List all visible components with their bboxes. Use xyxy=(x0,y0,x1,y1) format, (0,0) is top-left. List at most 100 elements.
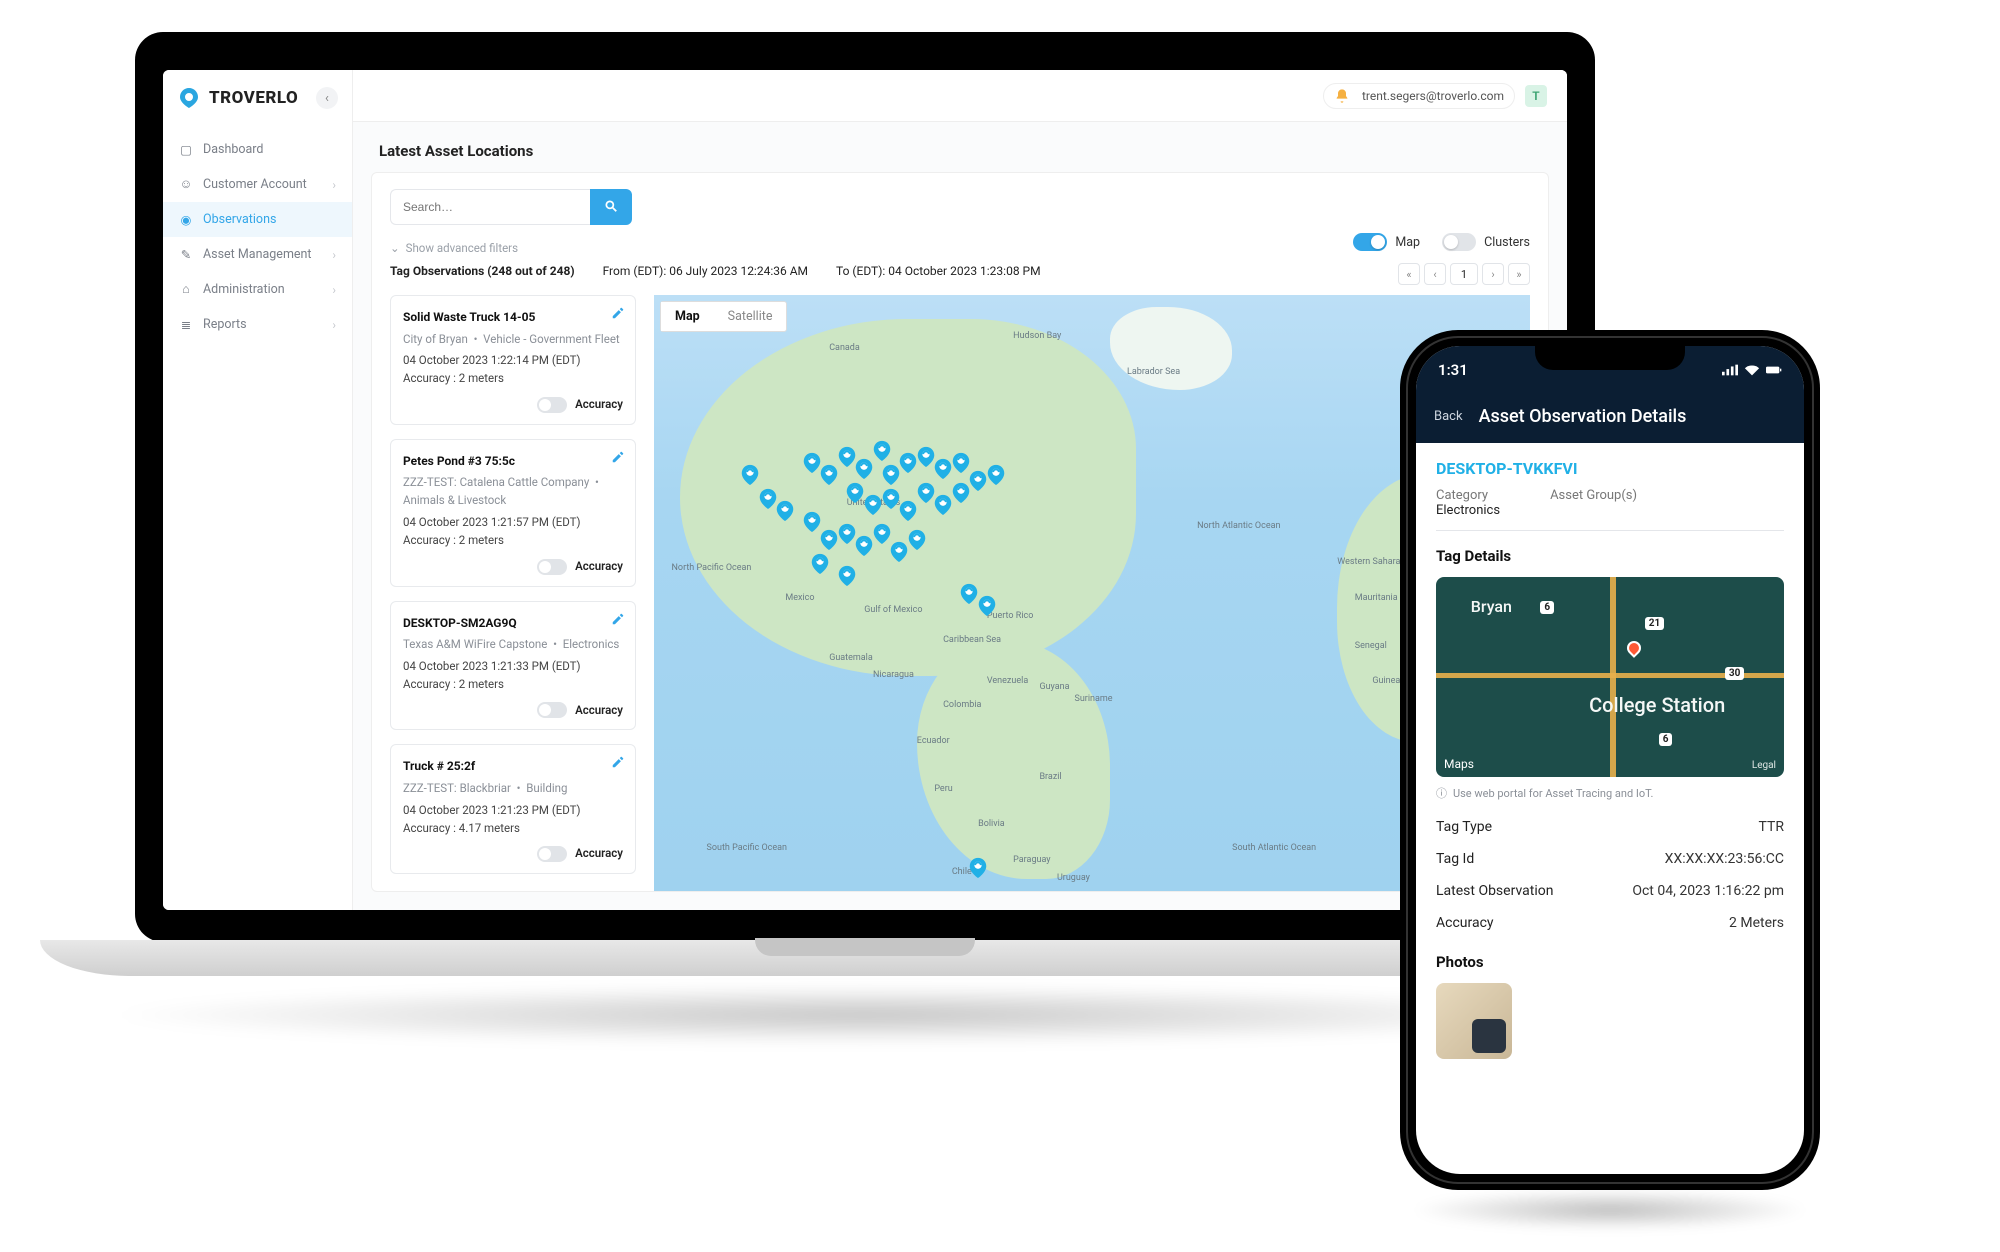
map-label: Guatemala xyxy=(829,653,873,663)
map-pin-icon[interactable] xyxy=(976,594,998,616)
obs-title: Solid Waste Truck 14-05 xyxy=(403,308,623,327)
sidebar-item-label: Reports xyxy=(203,317,247,332)
map-pin-icon[interactable] xyxy=(809,552,831,574)
sidebar-item-label: Asset Management xyxy=(203,247,312,262)
map-pin-icon[interactable] xyxy=(739,463,761,485)
map-label: Gulf of Mexico xyxy=(864,605,922,615)
sidebar-collapse-button[interactable]: ‹ xyxy=(316,87,338,109)
pager-current[interactable]: 1 xyxy=(1450,263,1478,285)
map-pin-icon[interactable] xyxy=(985,463,1007,485)
map-toggle[interactable]: Map xyxy=(1353,233,1420,251)
pager-last[interactable]: » xyxy=(1508,263,1530,285)
search-input[interactable] xyxy=(390,189,590,225)
obs-accuracy: Accuracy : 4.17 meters xyxy=(403,820,623,838)
bell-icon xyxy=(1334,88,1350,104)
info-icon: ⓘ xyxy=(1436,785,1447,801)
switch-on-icon xyxy=(1353,233,1387,251)
chevron-right-icon: › xyxy=(332,178,336,192)
obs-timestamp: 04 October 2023 1:21:57 PM (EDT) xyxy=(403,514,623,532)
kv-row: Latest Observation Oct 04, 2023 1:16:22 … xyxy=(1436,875,1784,907)
sidebar-item-observations[interactable]: ◉ Observations xyxy=(163,202,352,237)
map-label: Uruguay xyxy=(1057,873,1090,883)
photos-heading: Photos xyxy=(1436,953,1784,971)
date-from: From (EDT): 06 July 2023 12:24:36 AM xyxy=(603,263,808,280)
pager-prev[interactable]: ‹ xyxy=(1424,263,1446,285)
main-content: trent.segers@troverlo.com T Latest Asset… xyxy=(353,70,1567,910)
observation-card[interactable]: Solid Waste Truck 14-05 City of Bryan • … xyxy=(390,295,636,425)
edit-icon[interactable] xyxy=(611,306,625,320)
map-label: North Atlantic Ocean xyxy=(1197,521,1280,531)
observation-card[interactable]: Truck # 25:2f ZZZ-TEST: Blackbriar • Bui… xyxy=(390,744,636,874)
obs-meta: ZZZ-TEST: Catalena Cattle Company • Anim… xyxy=(403,474,623,510)
avatar[interactable]: T xyxy=(1525,85,1547,107)
map-pin-icon[interactable] xyxy=(967,856,989,878)
map-label: South Atlantic Ocean xyxy=(1232,843,1316,853)
pager: « ‹ 1 › » xyxy=(1398,263,1530,285)
status-icons xyxy=(1722,364,1782,376)
battery-icon xyxy=(1766,364,1782,376)
brand-icon xyxy=(177,86,201,110)
sidebar-item-dashboard[interactable]: ▢ Dashboard xyxy=(163,132,352,167)
map-pin-icon[interactable] xyxy=(836,564,858,586)
photo-thumbnail[interactable] xyxy=(1436,983,1512,1059)
kv-row: Tag Id XX:XX:XX:23:56:CC xyxy=(1436,843,1784,875)
phone-shadow xyxy=(1410,1190,1810,1230)
eye-icon: ◉ xyxy=(179,213,193,227)
user-menu[interactable]: trent.segers@troverlo.com xyxy=(1323,83,1515,109)
maps-legal[interactable]: Legal xyxy=(1752,760,1776,771)
mini-map[interactable]: Bryan College Station 6 30 6 21 Maps Leg… xyxy=(1436,577,1784,777)
chevron-right-icon: › xyxy=(332,248,336,262)
map-label: Bolivia xyxy=(978,819,1005,829)
edit-icon[interactable] xyxy=(611,450,625,464)
toggle-label: Map xyxy=(1395,235,1420,250)
map-label: Nicaragua xyxy=(873,670,914,680)
sidebar-item-label: Dashboard xyxy=(203,142,263,157)
map-label: Ecuador xyxy=(917,736,950,746)
kv-key: Accuracy xyxy=(1436,915,1494,931)
chevron-right-icon: › xyxy=(332,283,336,297)
map-label: Paraguay xyxy=(1013,855,1050,865)
accuracy-toggle[interactable] xyxy=(537,559,567,575)
map-label: Mexico xyxy=(785,593,814,603)
back-button[interactable]: Back xyxy=(1434,409,1463,424)
map-type-map[interactable]: Map xyxy=(661,302,714,331)
map-pin-icon[interactable] xyxy=(774,499,796,521)
obs-meta: City of Bryan • Vehicle - Government Fle… xyxy=(403,331,623,349)
pager-next[interactable]: › xyxy=(1482,263,1504,285)
sidebar-item-asset-management[interactable]: ✎ Asset Management › xyxy=(163,237,352,272)
map-pin-icon[interactable] xyxy=(871,439,893,461)
edit-icon[interactable] xyxy=(611,612,625,626)
observations-list[interactable]: Solid Waste Truck 14-05 City of Bryan • … xyxy=(390,295,640,891)
map[interactable]: Map Satellite Canada United States xyxy=(654,295,1530,891)
sidebar-item-reports[interactable]: ≣ Reports › xyxy=(163,307,352,342)
asset-group-label: Asset Group(s) xyxy=(1550,488,1637,503)
pager-first[interactable]: « xyxy=(1398,263,1420,285)
sidebar-item-administration[interactable]: ⌂ Administration › xyxy=(163,272,352,307)
observation-card[interactable]: Petes Pond #3 75:5c ZZZ-TEST: Catalena C… xyxy=(390,439,636,587)
sidebar: TROVERLO ‹ ▢ Dashboard ☺ Customer Accoun… xyxy=(163,70,353,910)
admin-icon: ⌂ xyxy=(179,283,193,297)
accuracy-toggle-label: Accuracy xyxy=(575,702,623,720)
clusters-toggle[interactable]: Clusters xyxy=(1442,233,1530,251)
map-panel: Map Satellite Canada United States xyxy=(654,295,1530,891)
edit-icon[interactable] xyxy=(611,755,625,769)
map-pin-icon[interactable] xyxy=(906,528,928,550)
search-button[interactable] xyxy=(590,189,632,225)
sidebar-item-customer-account[interactable]: ☺ Customer Account › xyxy=(163,167,352,202)
accuracy-toggle[interactable] xyxy=(537,846,567,862)
phone-body[interactable]: DESKTOP-TVKKFVI Category Electronics Ass… xyxy=(1416,443,1804,1174)
sidebar-item-label: Administration xyxy=(203,282,285,297)
map-label: Venezuela xyxy=(987,676,1028,686)
map-canvas[interactable]: Canada United States Mexico Gulf of Mexi… xyxy=(654,295,1530,891)
accuracy-toggle[interactable] xyxy=(537,397,567,413)
map-label: Western Sahara xyxy=(1337,557,1400,567)
wifi-icon xyxy=(1744,364,1760,376)
phone-title: Asset Observation Details xyxy=(1479,406,1786,427)
observation-card[interactable]: DESKTOP-SM2AG9Q Texas A&M WiFire Capston… xyxy=(390,601,636,731)
map-type-satellite[interactable]: Satellite xyxy=(714,302,787,331)
phone-screen: 1:31 Back Asset Observation Details DESK… xyxy=(1416,346,1804,1174)
accuracy-toggle[interactable] xyxy=(537,702,567,718)
obs-meta: Texas A&M WiFire Capstone • Electronics xyxy=(403,636,623,654)
phone-notch xyxy=(1535,344,1685,370)
obs-accuracy: Accuracy : 2 meters xyxy=(403,676,623,694)
